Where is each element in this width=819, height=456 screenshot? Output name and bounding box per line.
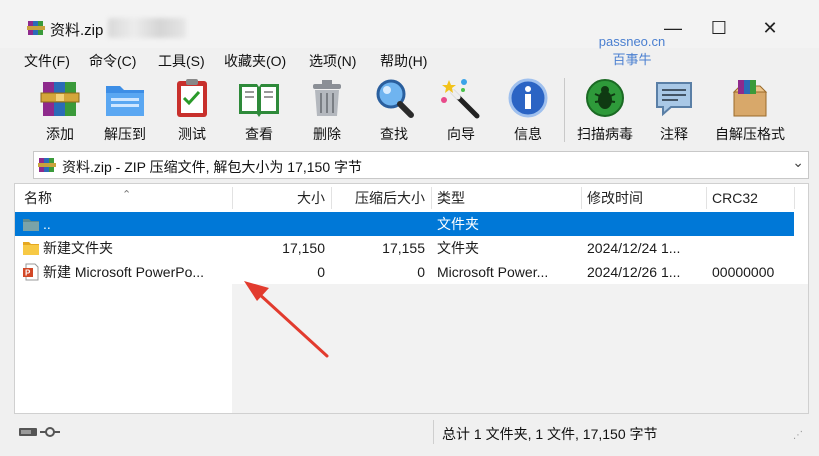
comment-label: 注释 [660, 126, 688, 142]
menu-command[interactable]: 命令(C) [89, 51, 136, 71]
info-button[interactable]: 信息 [506, 76, 550, 146]
info-label: 信息 [514, 126, 542, 142]
column-header-name[interactable]: 名称 ⌃ [18, 184, 232, 210]
list-empty-area [232, 284, 808, 413]
drive-icons [19, 427, 60, 437]
maximize-button[interactable]: ☐ [696, 12, 742, 44]
resize-grip-icon[interactable]: ⋰ [793, 430, 803, 441]
extract-to-label: 解压到 [104, 126, 146, 142]
scan-virus-button[interactable]: 扫描病毒 [574, 76, 636, 146]
title-bar: 资料.zip — ☐ ✕ [0, 0, 819, 48]
list-row-pptx[interactable]: P 新建 Microsoft PowerPo... 0 0 Microsoft … [15, 260, 794, 284]
sort-ascending-icon: ⌃ [122, 189, 132, 201]
column-header-modified[interactable]: 修改时间 [581, 184, 706, 210]
row-type: 文件夹 [437, 216, 479, 232]
row-packed: 0 [417, 264, 425, 280]
powerpoint-file-icon: P [23, 263, 39, 281]
blurred-title-region [108, 18, 186, 38]
status-separator [433, 420, 434, 444]
add-button[interactable]: 添加 [38, 76, 82, 146]
toolbar: 添加 解压到 测试 查看 删除 查找 向导 信息 扫描病毒 注释 自解压格式 [0, 72, 819, 146]
add-label: 添加 [46, 126, 74, 142]
archive-books-icon [40, 82, 80, 116]
list-row-parent[interactable]: .. 文件夹 [15, 212, 794, 236]
wizard-label: 向导 [447, 126, 475, 142]
list-row-folder[interactable]: 新建文件夹 17,150 17,155 文件夹 2024/12/24 1... [15, 236, 794, 260]
find-button[interactable]: 查找 [372, 76, 416, 146]
list-header: 名称 ⌃ 大小 压缩后大小 类型 修改时间 CRC32 [15, 184, 808, 210]
delete-label: 删除 [313, 126, 341, 142]
svg-text:P: P [25, 269, 31, 278]
find-label: 查找 [380, 126, 408, 142]
menu-file[interactable]: 文件(F) [24, 51, 70, 71]
sfx-button[interactable]: 自解压格式 [712, 76, 788, 146]
status-bar: 总计 1 文件夹, 1 文件, 17,150 字节 ⋰ [0, 418, 819, 448]
chevron-down-icon[interactable]: ⌄ [792, 154, 804, 171]
virus-scan-icon [586, 79, 624, 117]
row-modified: 2024/12/24 1... [587, 240, 681, 256]
row-size: 17,150 [282, 240, 325, 256]
test-label: 测试 [178, 126, 206, 142]
window-title: 资料.zip [50, 22, 104, 39]
folder-icon [23, 242, 39, 255]
menu-options[interactable]: 选项(N) [309, 51, 356, 71]
column-header-size[interactable]: 大小 [232, 184, 331, 210]
menu-favorites[interactable]: 收藏夹(O) [224, 51, 286, 71]
row-size: 0 [317, 264, 325, 280]
extract-to-button[interactable]: 解压到 [101, 76, 149, 146]
trash-can-icon [313, 80, 341, 116]
row-name: .. [43, 216, 51, 232]
sfx-label: 自解压格式 [715, 126, 785, 142]
menu-help[interactable]: 帮助(H) [380, 51, 427, 71]
column-header-type[interactable]: 类型 [431, 184, 581, 210]
row-type: 文件夹 [437, 240, 479, 256]
row-type: Microsoft Power... [437, 264, 549, 280]
row-crc32: 00000000 [712, 264, 775, 280]
row-packed: 17,155 [382, 240, 425, 256]
status-summary: 总计 1 文件夹, 1 文件, 17,150 字节 [442, 426, 658, 442]
column-header-crc32[interactable]: CRC32 [706, 184, 794, 210]
info-icon [508, 78, 548, 118]
magic-wand-icon [441, 79, 480, 119]
wizard-button[interactable]: 向导 [439, 76, 483, 146]
address-bar[interactable]: 资料.zip - ZIP 压缩文件, 解包大小为 17,150 字节 ⌄ [33, 151, 809, 179]
archive-icon [38, 158, 56, 172]
scan-virus-label: 扫描病毒 [577, 126, 633, 142]
clipboard-check-icon [177, 79, 207, 117]
menu-tools[interactable]: 工具(S) [158, 51, 205, 71]
address-text: 资料.zip - ZIP 压缩文件, 解包大小为 17,150 字节 [62, 159, 363, 175]
view-label: 查看 [245, 126, 273, 142]
folder-extract-icon [106, 86, 144, 116]
column-divider[interactable] [794, 187, 795, 209]
row-name: 新建文件夹 [43, 240, 113, 256]
row-name: 新建 Microsoft PowerPo... [43, 264, 205, 280]
file-list[interactable]: 名称 ⌃ 大小 压缩后大小 类型 修改时间 CRC32 .. 文件夹 新建文件夹 … [14, 183, 809, 414]
close-button[interactable]: ✕ [747, 12, 793, 44]
delete-button[interactable]: 删除 [305, 76, 349, 146]
comment-icon [656, 82, 692, 117]
winrar-app-icon [27, 21, 45, 35]
magnifier-icon [376, 79, 414, 118]
menu-bar: 文件(F) 命令(C) 工具(S) 收藏夹(O) 选项(N) 帮助(H) [0, 48, 819, 72]
toolbar-separator [564, 78, 565, 142]
row-modified: 2024/12/26 1... [587, 264, 681, 280]
column-header-packed[interactable]: 压缩后大小 [331, 184, 431, 210]
parent-folder-icon [23, 219, 39, 231]
view-button[interactable]: 查看 [235, 76, 283, 146]
test-button[interactable]: 测试 [170, 76, 214, 146]
comment-button[interactable]: 注释 [652, 76, 696, 146]
open-book-icon [239, 84, 279, 117]
sfx-box-icon [732, 80, 768, 117]
